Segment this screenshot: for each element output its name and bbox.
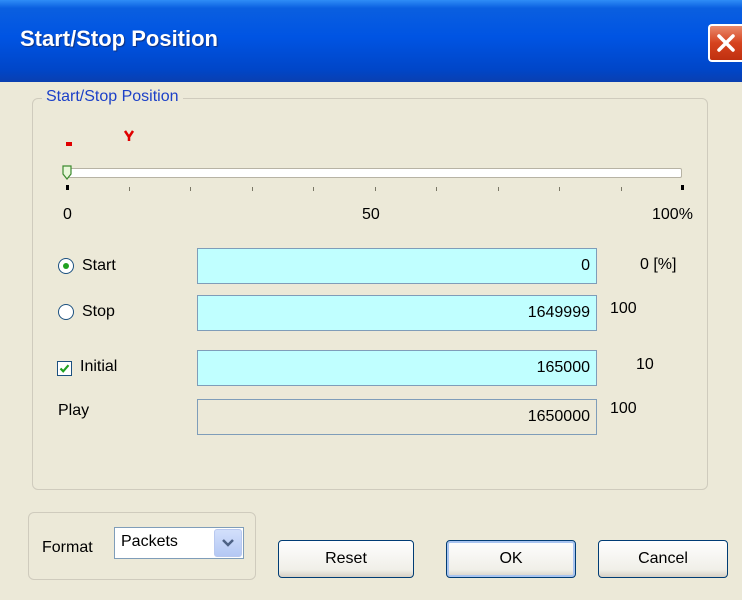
- stop-radio[interactable]: [58, 304, 74, 320]
- slider-thumb[interactable]: [62, 165, 72, 181]
- reset-button[interactable]: Reset: [278, 540, 414, 578]
- close-button[interactable]: [708, 24, 742, 62]
- checkmark-icon: [59, 364, 70, 373]
- start-radio[interactable]: [58, 258, 74, 274]
- slider-tick: [498, 187, 499, 191]
- axis-label-max: 100%: [652, 206, 693, 223]
- slider-tick: [621, 187, 622, 191]
- format-dropdown-button[interactable]: [214, 529, 242, 557]
- initial-checkbox[interactable]: [57, 361, 72, 376]
- stop-field[interactable]: 1649999: [197, 295, 597, 331]
- initial-marker: [123, 130, 135, 145]
- slider-tick: [375, 187, 376, 191]
- chevron-down-icon: [222, 539, 234, 547]
- initial-label: Initial: [80, 358, 118, 375]
- slider-tick: [313, 187, 314, 191]
- play-field: 1650000: [197, 399, 597, 435]
- start-percent: 0 [%]: [640, 256, 677, 273]
- slider-tick: [436, 187, 437, 191]
- slider-tick: [559, 187, 560, 191]
- stop-label: Stop: [82, 303, 115, 320]
- slider-tick: [190, 187, 191, 191]
- play-label: Play: [58, 402, 90, 419]
- stop-percent: 100: [610, 300, 637, 317]
- slider-tick: [681, 185, 684, 190]
- initial-percent: 10: [636, 356, 654, 373]
- close-icon: [717, 34, 735, 52]
- cancel-button[interactable]: Cancel: [598, 540, 728, 578]
- ok-button[interactable]: OK: [446, 540, 576, 578]
- slider-tick: [66, 185, 69, 190]
- radio-selected-dot: [63, 263, 69, 269]
- position-slider-track[interactable]: [66, 168, 682, 178]
- format-label: Format: [42, 539, 93, 556]
- start-label: Start: [82, 257, 116, 274]
- window-title: Start/Stop Position: [20, 26, 218, 51]
- axis-label-min: 0: [63, 206, 72, 223]
- start-marker: [66, 142, 72, 146]
- axis-label-mid: 50: [362, 206, 380, 223]
- group-legend: Start/Stop Position: [42, 88, 183, 106]
- slider-tick: [252, 187, 253, 191]
- play-percent: 100: [610, 400, 637, 417]
- format-selected-value: Packets: [121, 533, 178, 550]
- initial-field[interactable]: 165000: [197, 350, 597, 386]
- slider-tick: [129, 187, 130, 191]
- start-field[interactable]: 0: [197, 248, 597, 284]
